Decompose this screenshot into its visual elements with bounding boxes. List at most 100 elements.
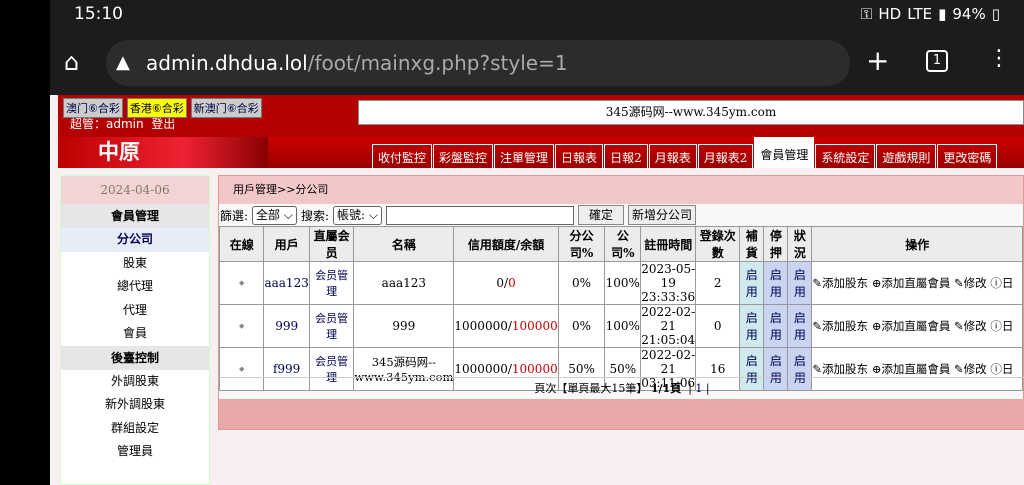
footer-bar	[219, 399, 1024, 429]
add-member-link[interactable]: 添加直屬會員	[881, 362, 950, 376]
section-header: 後臺控制	[61, 345, 209, 370]
sidebar-item[interactable]: 外調股東	[61, 370, 209, 394]
replenish-toggle[interactable]: 启用	[739, 261, 765, 305]
key-icon: ⚿	[860, 5, 873, 23]
user-link[interactable]: 999	[263, 304, 310, 348]
nav-item[interactable]: 月報表2	[697, 144, 754, 168]
announcement: 345源码网--www.345ym.com	[358, 100, 1024, 125]
branch-pct: 0%	[557, 304, 606, 348]
log-link[interactable]: 日	[1002, 362, 1014, 376]
add-shareholder-icon: ✎	[812, 319, 823, 333]
stop-bet-toggle[interactable]: 启用	[763, 304, 789, 348]
search-label: 搜索:	[300, 208, 330, 223]
add-shareholder-link[interactable]: 添加股东	[822, 276, 868, 290]
edit-icon: ✎	[954, 276, 964, 290]
column-header: 操作	[811, 226, 1023, 262]
nav-item[interactable]: 日報表	[555, 144, 604, 168]
sidebar-item[interactable]: 分公司	[61, 228, 209, 252]
nav-item[interactable]: 彩盤監控	[433, 144, 494, 168]
add-member-link[interactable]: 添加直屬會員	[881, 276, 950, 290]
nav-item[interactable]: 系統設定	[815, 144, 876, 168]
table-row: ◆ 999 会员管理 999 1000000/100000 0% 100% 20…	[218, 304, 1023, 348]
page-link[interactable]: 1	[695, 382, 702, 395]
log-link[interactable]: 日	[1002, 276, 1014, 290]
nav-item[interactable]: 月報表	[648, 144, 697, 168]
nav-band: 中原 收付監控 彩盤監控 注單管理 日報表 日報2 月報表 月報表2 會員管理 …	[58, 137, 1024, 168]
date: 2024-04-06	[61, 176, 209, 204]
edit-icon: ✎	[954, 362, 964, 376]
stop-bet-toggle[interactable]: 启用	[763, 261, 789, 305]
member-manage-link[interactable]: 会员管理	[308, 304, 355, 348]
battery-icon: ▯	[991, 5, 1000, 23]
operations: ✎添加股东 ⊕添加直屬會員 ✎修改 ⓘ日	[811, 261, 1023, 305]
home-icon[interactable]: ⌂	[64, 48, 79, 76]
operations: ✎添加股东 ⊕添加直屬會員 ✎修改 ⓘ日	[811, 304, 1023, 348]
login-count: 0	[695, 304, 741, 348]
column-header: 登錄次數	[695, 226, 741, 262]
replenish-toggle[interactable]: 启用	[739, 304, 765, 348]
logo: 中原	[58, 137, 268, 168]
login-count: 2	[695, 261, 741, 305]
add-branch-button[interactable]: 新增分公司	[628, 205, 697, 225]
edit-link[interactable]: 修改	[964, 276, 987, 290]
sidebar-item[interactable]: 管理員	[61, 440, 209, 464]
status-toggle[interactable]: 启用	[787, 304, 813, 348]
logout-link[interactable]: 登出	[151, 117, 175, 131]
more-menu-icon[interactable]: ⋮	[988, 46, 1010, 71]
company-pct: 100%	[604, 261, 642, 305]
filter-select[interactable]: 全部 ⌵	[252, 205, 297, 225]
edit-link[interactable]: 修改	[964, 319, 987, 333]
add-member-icon: ⊕	[871, 319, 882, 333]
header: 澳门⑥合彩 香港⑥合彩 新澳门⑥合彩 超管：admin 登出 345源码网--w…	[58, 95, 1024, 137]
log-icon: ⓘ	[990, 276, 1002, 290]
add-shareholder-icon: ✎	[812, 362, 823, 376]
nav-item-active[interactable]: 會員管理	[754, 137, 815, 168]
content-panel: 用戶管理>>分公司 篩選: 全部 ⌵ 搜索: 帳號: ⌵ 確定 新增分公司 在線…	[218, 175, 1024, 430]
sidebar-item[interactable]: 總代理	[61, 275, 209, 299]
add-shareholder-link[interactable]: 添加股东	[822, 319, 868, 333]
lte-label: LTE	[907, 5, 933, 23]
nav-item[interactable]: 注單管理	[494, 144, 555, 168]
log-link[interactable]: 日	[1002, 319, 1014, 333]
sidebar-item[interactable]: 代理	[61, 299, 209, 323]
status-toggle[interactable]: 启用	[787, 261, 813, 305]
breadcrumb: 用戶管理>>分公司	[219, 176, 1023, 204]
sidebar-item[interactable]: 會員	[61, 322, 209, 346]
add-member-icon: ⊕	[871, 362, 882, 376]
credit-cell: 1000000/100000	[453, 304, 559, 348]
field-select[interactable]: 帳號: ⌵	[333, 205, 382, 225]
member-manage-link[interactable]: 会员管理	[308, 261, 355, 305]
table-row: ◆ aaa123 会员管理 aaa123 0/0 0% 100% 2023-05…	[218, 261, 1023, 305]
add-member-icon: ⊕	[871, 276, 882, 290]
lottery-new-macau[interactable]: 新澳门⑥合彩	[190, 98, 262, 118]
search-input[interactable]	[386, 205, 574, 225]
hd-label: HD	[878, 5, 902, 23]
sidebar-item[interactable]: 新外調股東	[61, 393, 209, 417]
sidebar-item[interactable]: 股東	[61, 252, 209, 276]
confirm-button[interactable]: 確定	[578, 205, 625, 225]
tab-switcher[interactable]: 1	[926, 50, 948, 72]
add-member-link[interactable]: 添加直屬會員	[881, 319, 950, 333]
edit-link[interactable]: 修改	[964, 362, 987, 376]
nav-item[interactable]: 收付監控	[372, 144, 433, 168]
branch-pct: 0%	[557, 261, 606, 305]
nav-item[interactable]: 日報2	[604, 144, 648, 168]
column-header: 信用額度/余額	[453, 226, 559, 262]
user-info: 超管：admin	[70, 117, 144, 131]
edit-icon: ✎	[954, 319, 964, 333]
column-header: 直屬会员	[308, 226, 355, 262]
nav-item[interactable]: 更改密碼	[937, 144, 998, 168]
add-shareholder-link[interactable]: 添加股东	[822, 362, 868, 376]
nav-item[interactable]: 遊戲規則	[876, 144, 937, 168]
new-tab-icon[interactable]: +	[866, 44, 889, 77]
warning-icon[interactable]: ▲	[116, 40, 130, 86]
sidebar-item[interactable]: 群組設定	[61, 417, 209, 441]
address-bar[interactable]: ▲ admin.dhdua.lol/foot/mainxg.php?style=1	[106, 40, 850, 86]
reg-time: 2022-02- 21 21:05:04	[640, 304, 697, 348]
column-header: 公司%	[604, 226, 642, 262]
sidebar: 2024-04-06 會員管理 分公司 股東 總代理 代理 會員 後臺控制 外調…	[60, 175, 210, 485]
main-nav: 收付監控 彩盤監控 注單管理 日報表 日報2 月報表 月報表2 會員管理 系統設…	[372, 137, 998, 168]
user-link[interactable]: aaa123	[263, 261, 310, 305]
filter-bar: 篩選: 全部 ⌵ 搜索: 帳號: ⌵ 確定 新增分公司	[219, 204, 1023, 226]
column-header: 補貨	[739, 226, 765, 262]
